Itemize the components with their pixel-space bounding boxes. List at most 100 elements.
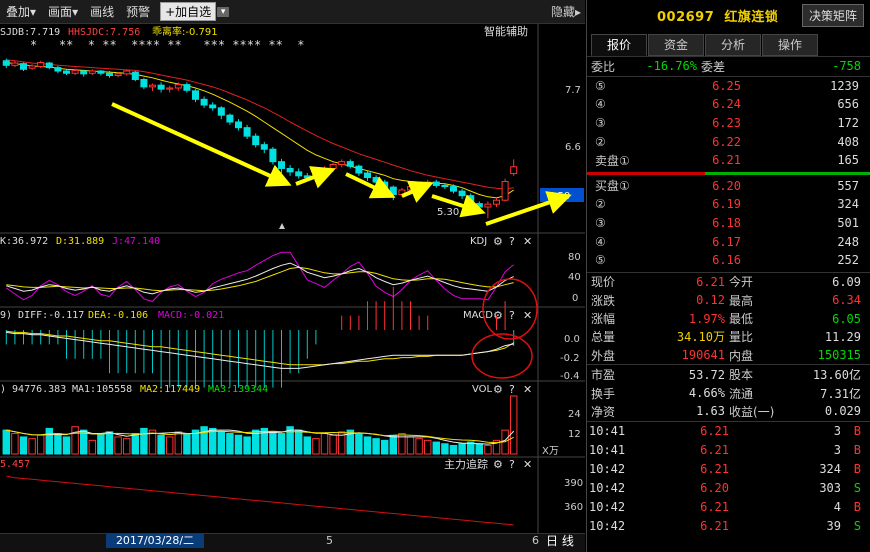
order-row[interactable]: ③ 6.23 172 xyxy=(587,114,870,133)
order-row[interactable]: 卖盘① 6.21 165 xyxy=(587,151,870,170)
candle-body xyxy=(346,161,354,167)
volume-bar xyxy=(294,429,303,455)
quote-value: 6.05 xyxy=(832,311,861,326)
main-force-line xyxy=(6,475,514,526)
gear-icon[interactable]: ⚙ xyxy=(493,235,503,248)
macd-dea-line xyxy=(6,330,514,366)
tick-price: 6.20 xyxy=(700,481,729,496)
help-icon[interactable]: ? xyxy=(509,309,515,322)
order-row[interactable]: ② 6.22 408 xyxy=(587,132,870,151)
close-icon[interactable]: ✕ xyxy=(523,383,532,396)
tab-funds[interactable]: 资金 xyxy=(648,34,704,56)
order-level-label: ③ xyxy=(595,216,606,231)
hide-button[interactable]: 隐藏▸ xyxy=(545,3,585,20)
help-icon[interactable]: ? xyxy=(509,235,515,248)
add-watchlist-dropdown[interactable]: ▾ xyxy=(217,6,230,17)
volume-bars xyxy=(2,395,518,455)
overlay-button[interactable]: 叠加▾ xyxy=(0,3,42,20)
candle-body xyxy=(97,70,105,74)
fundamental-value: 7.31亿 xyxy=(820,386,861,401)
candle-body xyxy=(243,127,251,137)
fundamental-row: 净资 1.63 收益(一) 0.029 xyxy=(587,402,870,420)
order-row[interactable]: 买盘① 6.20 557 xyxy=(587,177,870,196)
volume-bar xyxy=(303,436,312,455)
volume-bar xyxy=(415,438,423,455)
tab-quote[interactable]: 报价 xyxy=(591,34,647,56)
candle-body xyxy=(80,70,88,75)
volume-bar xyxy=(2,429,11,455)
tab-operate[interactable]: 操作 xyxy=(762,34,818,56)
smart-assist-label[interactable]: 智能辅助 xyxy=(484,24,528,38)
tick-time: 10:41 xyxy=(589,424,626,439)
order-row[interactable]: ⑤ 6.25 1239 xyxy=(587,77,870,96)
order-volume: 248 xyxy=(837,234,859,249)
candle-body xyxy=(432,181,440,186)
tab-analysis[interactable]: 分析 xyxy=(705,34,761,56)
add-watchlist-button[interactable]: +加自选 xyxy=(160,2,217,21)
candle-body xyxy=(269,148,277,163)
volume-bar xyxy=(200,426,208,455)
y-tick: 40 xyxy=(568,272,581,283)
buy-orders: 买盘① 6.20 557 ② 6.19 324 ③ 6.18 501 ④ 6.17 248 ⑤ 6.16 2… xyxy=(587,177,870,270)
candle-body xyxy=(28,65,36,69)
fundamental-value: 13.60亿 xyxy=(812,368,861,383)
volume-bar xyxy=(226,433,234,455)
period-selector[interactable]: 日 线 xyxy=(546,532,574,549)
close-icon[interactable]: ✕ xyxy=(523,309,532,322)
macd-dea-label: DEA:-0.106 xyxy=(88,310,148,321)
draw-button[interactable]: 画面▾ xyxy=(42,3,84,20)
close-icon[interactable]: ✕ xyxy=(523,235,532,248)
candle-body xyxy=(71,69,79,74)
volume-bar xyxy=(277,433,286,455)
gear-icon[interactable]: ⚙ xyxy=(493,309,503,322)
volume-bar xyxy=(243,436,251,455)
order-volume: 408 xyxy=(837,134,859,149)
fundamental-value: 1.63 xyxy=(696,404,725,419)
tick-price: 6.21 xyxy=(700,424,729,439)
tick-time: 10:41 xyxy=(589,443,626,458)
volume-bar xyxy=(140,427,148,455)
order-volume: 501 xyxy=(837,216,859,231)
gear-icon[interactable]: ⚙ xyxy=(493,383,503,396)
order-row[interactable]: ⑤ 6.16 252 xyxy=(587,251,870,270)
candle-body xyxy=(191,90,200,100)
alert-button[interactable]: 预警 xyxy=(120,3,156,20)
candle-body xyxy=(105,72,114,77)
close-icon[interactable]: ✕ xyxy=(523,458,532,471)
stock-chart[interactable]: SJDB:7.719 HHSJDC:7.756 乖离率:-0.791 智能辅助 … xyxy=(0,24,585,533)
order-row[interactable]: ④ 6.17 248 xyxy=(587,232,870,251)
candle-body xyxy=(209,104,217,109)
volume-bar xyxy=(432,441,441,455)
tick-direction: S xyxy=(853,519,861,534)
volume-bar xyxy=(355,433,363,455)
volume-bar xyxy=(71,426,79,455)
order-row[interactable]: ③ 6.18 501 xyxy=(587,214,870,233)
gear-icon[interactable]: ⚙ xyxy=(493,458,503,471)
help-icon[interactable]: ? xyxy=(509,458,515,471)
order-row[interactable]: ④ 6.24 656 xyxy=(587,95,870,114)
y-tick: 0 xyxy=(572,293,578,304)
volume-bar xyxy=(131,433,140,455)
vol-unit: X万 xyxy=(542,446,559,457)
quote-row: 外盘 190641 内盘 150315 xyxy=(587,346,870,364)
fundamental-label: 收益(一) xyxy=(729,404,775,419)
help-icon[interactable]: ? xyxy=(509,383,515,396)
volume-bar xyxy=(122,438,131,455)
decision-matrix-button[interactable]: 决策矩阵 xyxy=(801,3,864,27)
y-tick: 80 xyxy=(568,252,581,263)
y-tick: 24 xyxy=(568,409,581,420)
kdj-j-line xyxy=(6,251,515,303)
fundamental-label: 换手 xyxy=(591,386,616,401)
candle-body xyxy=(200,98,208,106)
volume-bar xyxy=(312,438,320,455)
quote-value: 6.21 xyxy=(696,274,725,289)
order-row[interactable]: ② 6.19 324 xyxy=(587,195,870,214)
time-axis-mark: 5 xyxy=(326,534,333,547)
line-button[interactable]: 画线 xyxy=(84,3,120,20)
tick-volume: 324 xyxy=(819,462,841,477)
order-level-label: 卖盘① xyxy=(595,153,630,168)
annotation-circle xyxy=(471,333,533,379)
volume-bar xyxy=(183,433,191,455)
candle-body xyxy=(140,79,148,88)
volume-bar xyxy=(157,434,165,455)
